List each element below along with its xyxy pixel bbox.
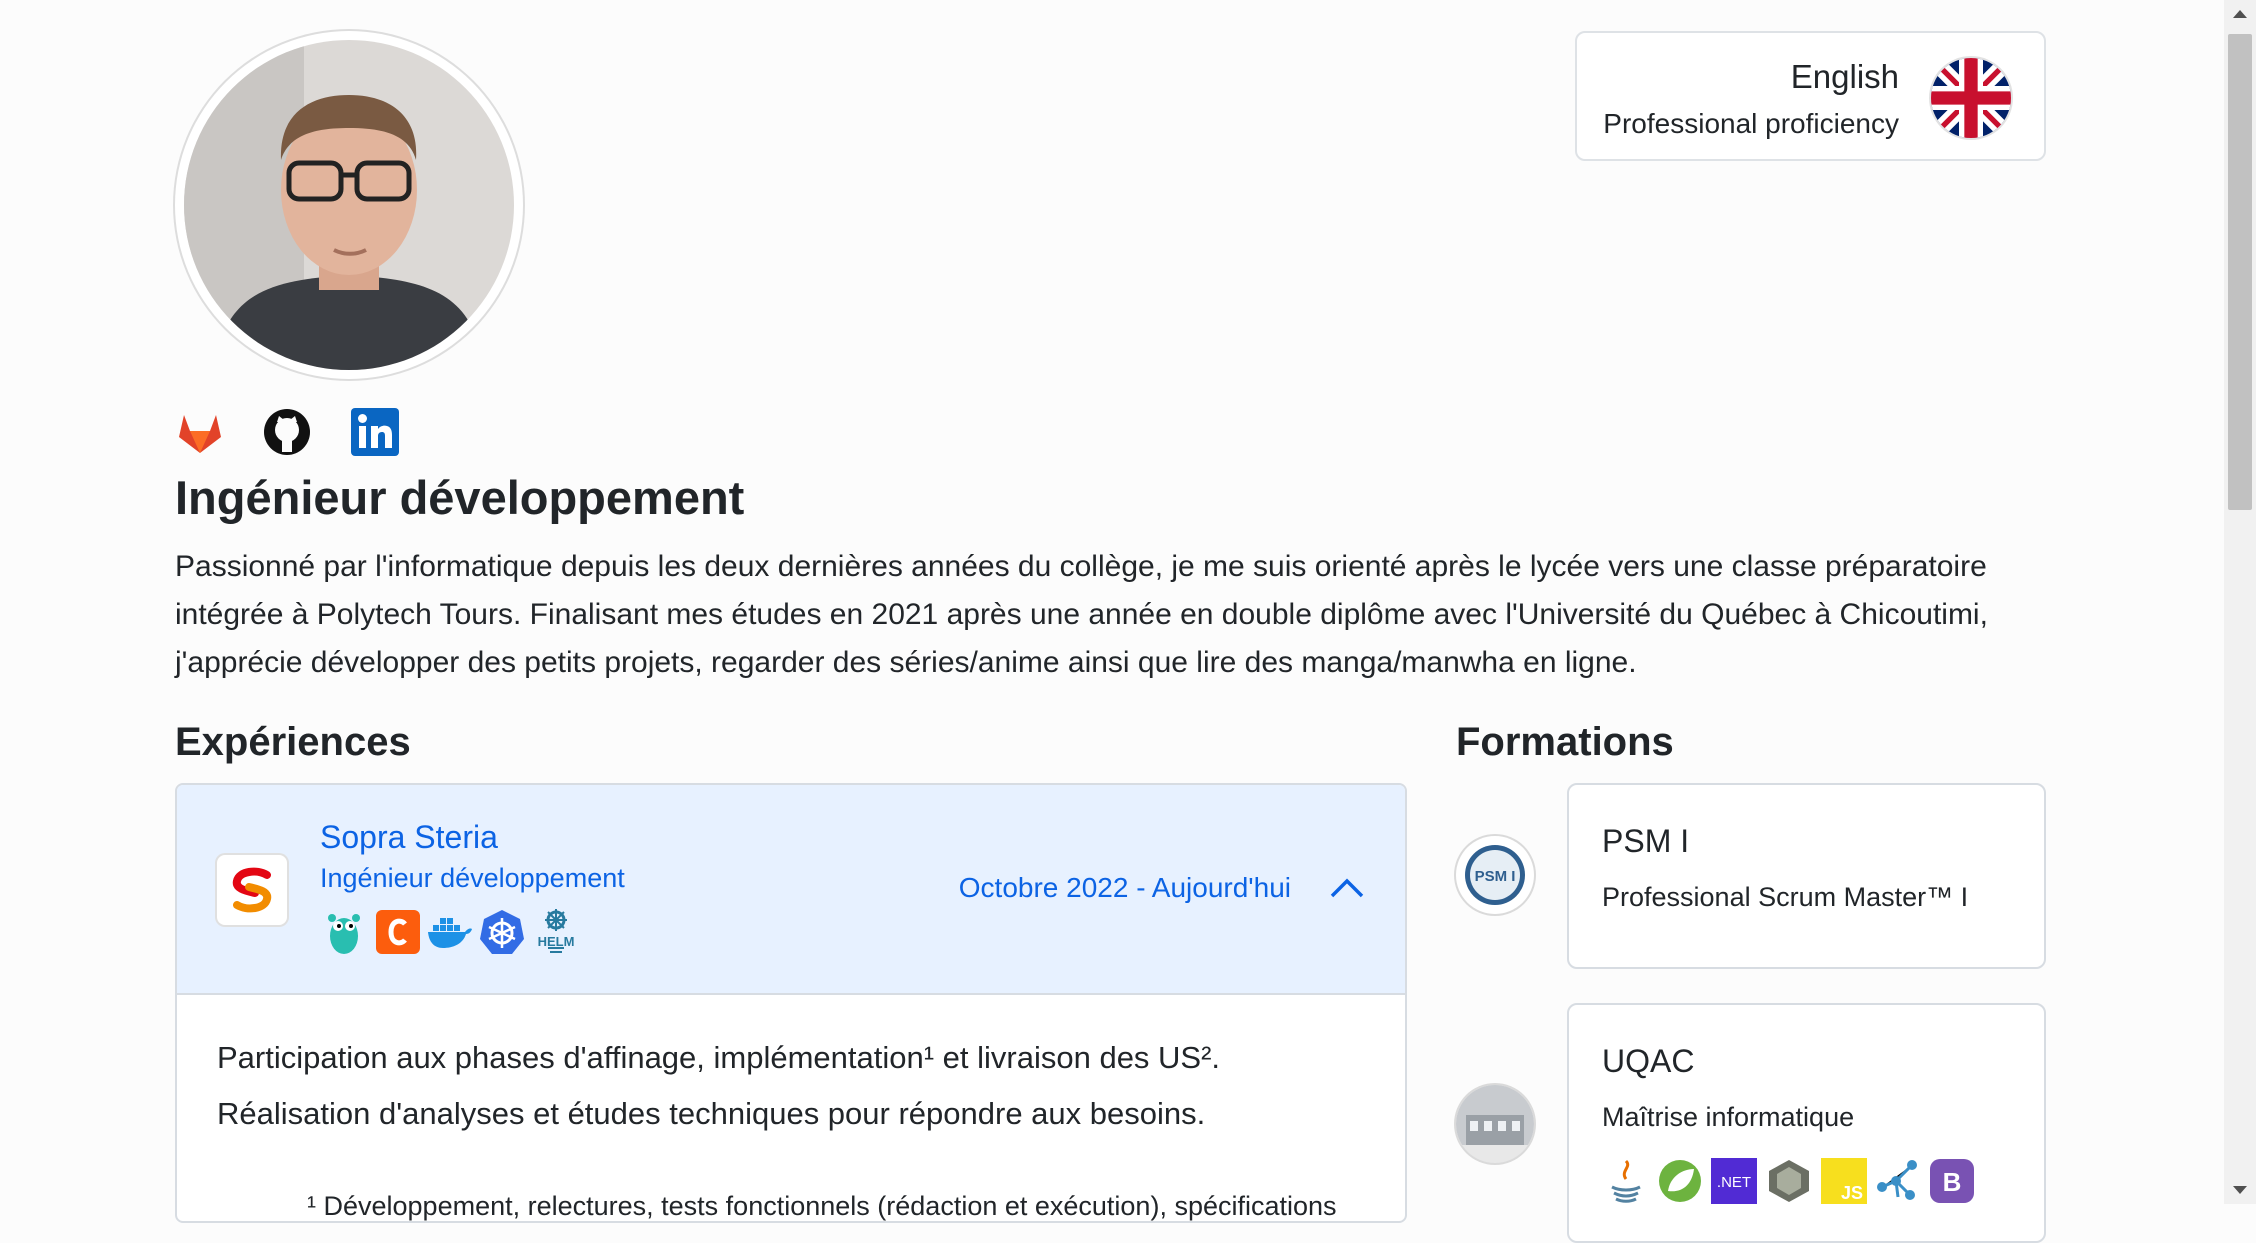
footnote-1: ¹ Développement, relectures, tests fonct… bbox=[307, 1191, 1337, 1221]
java-icon bbox=[1602, 1157, 1650, 1205]
formations-heading: Formations bbox=[1456, 720, 1674, 764]
linkedin-icon[interactable] bbox=[350, 407, 400, 457]
gitlab-icon[interactable] bbox=[175, 407, 225, 457]
chevron-up-icon[interactable] bbox=[1329, 873, 1365, 903]
docker-icon bbox=[425, 908, 473, 956]
language-level: Professional proficiency bbox=[1603, 108, 1899, 139]
profile-avatar bbox=[175, 31, 523, 379]
formation-desc: Maîtrise informatique bbox=[1602, 1102, 1855, 1132]
formation-card-psm: PSM I Professional Scrum Master™ I bbox=[1567, 783, 2046, 969]
job-title: Ingénieur développement bbox=[320, 863, 625, 893]
formation-card-uqac: UQAC Maîtrise informatique .NET JS B bbox=[1567, 1003, 2046, 1243]
spring-icon bbox=[1656, 1157, 1704, 1205]
language-card: English Professional proficiency bbox=[1575, 31, 2046, 161]
camunda-icon bbox=[374, 908, 422, 956]
scroll-down-arrow-icon[interactable] bbox=[2233, 1186, 2247, 1194]
experience-accordion-header[interactable]: Sopra Steria Ingénieur développement HEL… bbox=[177, 785, 1405, 995]
psm-badge-label: PSM I bbox=[1475, 868, 1516, 885]
dotnet-icon: .NET bbox=[1710, 1157, 1758, 1205]
sopra-steria-logo bbox=[217, 855, 287, 925]
language-name: English bbox=[1790, 58, 1899, 95]
scrollbar-thumb[interactable] bbox=[2228, 34, 2252, 510]
vertical-scrollbar[interactable] bbox=[2224, 0, 2256, 1204]
nuxt-icon bbox=[1765, 1157, 1813, 1205]
kubernetes-icon bbox=[478, 908, 526, 956]
graph-icon bbox=[1874, 1157, 1922, 1205]
page-title: Ingénieur développement bbox=[175, 471, 745, 524]
helm-icon: HELM bbox=[532, 908, 580, 956]
experience-dates: Octobre 2022 - Aujourd'hui bbox=[958, 872, 1291, 903]
experience-description: Participation aux phases d'affinage, imp… bbox=[217, 1030, 1375, 1221]
scroll-up-arrow-icon[interactable] bbox=[2233, 10, 2247, 18]
formation-name: PSM I bbox=[1602, 823, 1690, 859]
experience-card: Sopra Steria Ingénieur développement HEL… bbox=[175, 783, 1407, 1223]
svg-text:HELM: HELM bbox=[538, 934, 575, 949]
portfolio-page: English Professional proficiency Ingénie… bbox=[0, 0, 2224, 1243]
avatar-photo bbox=[184, 40, 514, 370]
bootstrap-icon: B bbox=[1928, 1157, 1976, 1205]
formation-desc: Professional Scrum Master™ I bbox=[1602, 882, 1969, 912]
experience-line-1: Participation aux phases d'affinage, imp… bbox=[217, 1040, 1221, 1075]
go-gopher-icon bbox=[320, 908, 368, 956]
experiences-heading: Expériences bbox=[175, 720, 411, 764]
company-name[interactable]: Sopra Steria bbox=[320, 819, 498, 856]
uk-flag-icon bbox=[1931, 58, 2011, 138]
experience-line-2: Réalisation d'analyses et études techniq… bbox=[217, 1096, 1206, 1131]
github-icon[interactable] bbox=[262, 407, 312, 457]
formation-name: UQAC bbox=[1602, 1043, 1695, 1079]
javascript-label: JS bbox=[1841, 1183, 1863, 1203]
javascript-icon: JS bbox=[1820, 1157, 1868, 1205]
profile-bio: Passionné par l'informatique depuis les … bbox=[175, 550, 1988, 679]
uqac-building-icon bbox=[1456, 1085, 1534, 1163]
psm-badge-icon: PSM I bbox=[1456, 836, 1534, 914]
formation-technologies: .NET JS B bbox=[1602, 1157, 2022, 1205]
bootstrap-label: B bbox=[1943, 1167, 1962, 1197]
dotnet-label: .NET bbox=[1717, 1174, 1751, 1191]
